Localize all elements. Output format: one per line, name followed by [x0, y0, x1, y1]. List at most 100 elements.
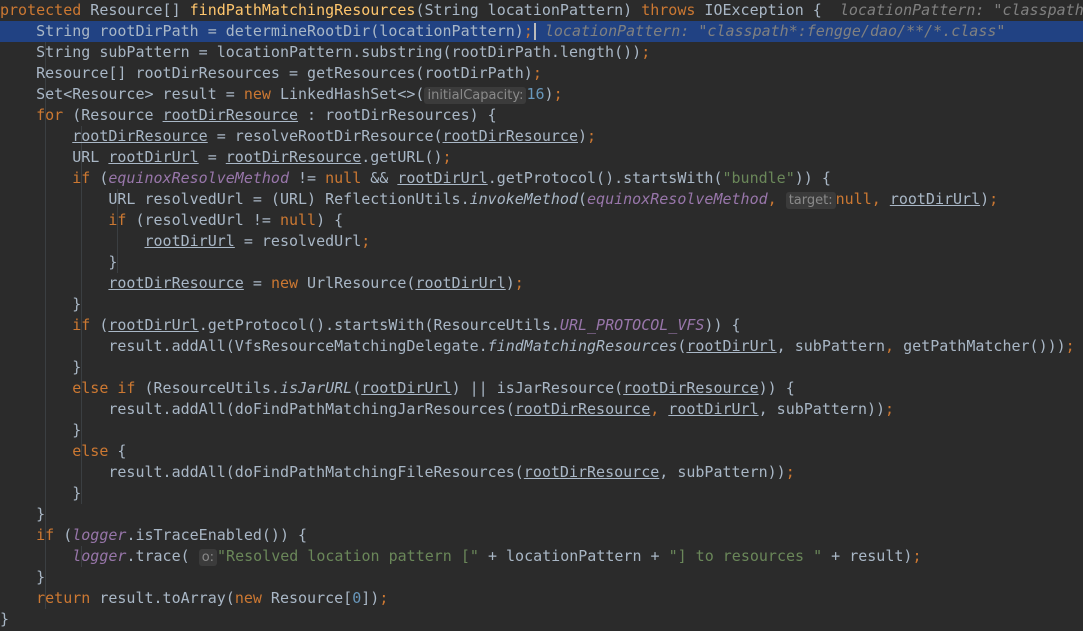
code-line[interactable]: return result.toArray(new Resource[0]);: [0, 588, 1083, 609]
code-line[interactable]: }: [0, 609, 1083, 630]
keyword: null: [279, 211, 317, 229]
keyword: new: [270, 274, 299, 292]
string-literal: "] to resources ": [668, 547, 823, 565]
debug-inline-value: locationPattern: "classpath*:fengge/dao/…: [544, 22, 1006, 40]
code-text: Resource[] rootDirResources = getResourc…: [0, 64, 533, 82]
code-text: + result): [822, 547, 913, 565]
code-text: {: [108, 442, 127, 460]
code-line[interactable]: }: [0, 420, 1083, 441]
static-method: invokeMethod: [469, 190, 578, 208]
semicolon: ;: [379, 589, 389, 607]
keyword: if: [72, 316, 91, 334]
code-text: =: [198, 148, 226, 166]
variable: rootDirUrl: [397, 169, 488, 187]
code-text: )) {: [704, 316, 741, 334]
keyword: new: [234, 589, 262, 607]
comma: ,: [885, 337, 904, 355]
debug-inline-value: locationPattern: "classpath: [839, 1, 1083, 19]
variable: rootDirResource: [523, 463, 660, 481]
code-line[interactable]: else if (ResourceUtils.isJarURL(rootDirU…: [0, 378, 1083, 399]
semicolon: ;: [912, 547, 922, 565]
code-text: }: [0, 610, 10, 628]
semicolon: ;: [532, 64, 542, 82]
semicolon: ;: [1065, 337, 1075, 355]
keyword: if: [108, 211, 127, 229]
code-text: }: [0, 568, 46, 586]
variable: rootDirUrl: [108, 148, 199, 166]
string-literal: "bundle": [722, 169, 795, 187]
code-line[interactable]: Set<Resource> result = new LinkedHashSet…: [0, 84, 1083, 105]
code-line[interactable]: if (rootDirUrl.getProtocol().startsWith(…: [0, 315, 1083, 336]
keyword: null: [325, 169, 362, 187]
variable: rootDirUrl: [668, 400, 759, 418]
code-line[interactable]: result.addAll(doFindPathMatchingJarResou…: [0, 399, 1083, 420]
code-line[interactable]: if (equinoxResolveMethod != null && root…: [0, 168, 1083, 189]
code-line[interactable]: if (logger.isTraceEnabled()) {: [0, 525, 1083, 546]
field-reference: logger: [72, 526, 127, 544]
code-line[interactable]: logger.trace( o: "Resolved location patte…: [0, 546, 1083, 567]
code-text: .isTraceEnabled()) {: [126, 526, 308, 544]
code-line[interactable]: }: [0, 294, 1083, 315]
code-text: .getProtocol().startsWith(: [487, 169, 723, 187]
keyword: for: [36, 106, 64, 124]
code-text: }: [0, 295, 82, 313]
comma: ,: [650, 400, 669, 418]
code-text: (Resource: [63, 106, 163, 124]
code-text: ): [980, 190, 990, 208]
code-line[interactable]: }: [0, 252, 1083, 273]
keyword: throws: [641, 1, 696, 19]
code-line[interactable]: result.addAll(doFindPathMatchingFileReso…: [0, 462, 1083, 483]
semicolon: ;: [514, 274, 524, 292]
code-editor[interactable]: protected Resource[] findPathMatchingRes…: [0, 0, 1083, 631]
code-line[interactable]: }: [0, 504, 1083, 525]
code-text: result.toArray(: [90, 589, 235, 607]
string-literal: "Resolved location pattern [": [217, 547, 479, 565]
code-line[interactable]: }: [0, 357, 1083, 378]
parameter-hint: o:: [198, 549, 218, 566]
code-text: Set<Resource> result =: [0, 85, 244, 103]
variable: rootDirUrl: [108, 316, 199, 334]
code-text: )) {: [794, 169, 831, 187]
code-text: (: [90, 169, 109, 187]
code-text: }: [0, 505, 46, 523]
comma: ,: [871, 190, 890, 208]
code-text: .getProtocol().startsWith(ResourceUtils.: [198, 316, 560, 334]
keyword: null: [835, 190, 872, 208]
code-line[interactable]: URL rootDirUrl = rootDirResource.getURL(…: [0, 147, 1083, 168]
code-line[interactable]: else {: [0, 441, 1083, 462]
variable: rootDirResource: [72, 127, 208, 145]
code-text: result.addAll(doFindPathMatchingFileReso…: [0, 463, 524, 481]
code-line[interactable]: URL resolvedUrl = (URL) ReflectionUtils.…: [0, 189, 1083, 210]
code-text: URL resolvedUrl = (URL) ReflectionUtils.: [0, 190, 470, 208]
code-line[interactable]: }: [0, 567, 1083, 588]
code-line[interactable]: }: [0, 483, 1083, 504]
code-line[interactable]: for (Resource rootDirResource : rootDirR…: [0, 105, 1083, 126]
code-text: }: [0, 253, 118, 271]
comma: ,: [767, 190, 786, 208]
semicolon: ;: [587, 127, 597, 145]
keyword: if: [36, 526, 55, 544]
code-line[interactable]: rootDirUrl = resolvedUrl;: [0, 231, 1083, 252]
code-text: &&: [361, 169, 398, 187]
current-code-line[interactable]: String rootDirPath = determineRootDir(lo…: [0, 21, 1083, 42]
keyword: return: [36, 589, 91, 607]
variable: rootDirUrl: [361, 379, 452, 397]
code-text: LinkedHashSet<>(: [270, 85, 425, 103]
code-line[interactable]: rootDirResource = resolveRootDirResource…: [0, 126, 1083, 147]
code-text: (: [90, 316, 109, 334]
code-line[interactable]: protected Resource[] findPathMatchingRes…: [0, 0, 1083, 21]
code-text: }: [0, 484, 82, 502]
code-text: ): [544, 85, 554, 103]
code-line[interactable]: String subPattern = locationPattern.subs…: [0, 42, 1083, 63]
code-text: }: [0, 421, 82, 439]
keyword: else if: [72, 379, 136, 397]
code-line[interactable]: Resource[] rootDirResources = getResourc…: [0, 63, 1083, 84]
code-line[interactable]: if (resolvedUrl != null) {: [0, 210, 1083, 231]
code-line[interactable]: result.addAll(VfsResourceMatchingDelegat…: [0, 336, 1083, 357]
code-line[interactable]: rootDirResource = new UrlResource(rootDi…: [0, 273, 1083, 294]
